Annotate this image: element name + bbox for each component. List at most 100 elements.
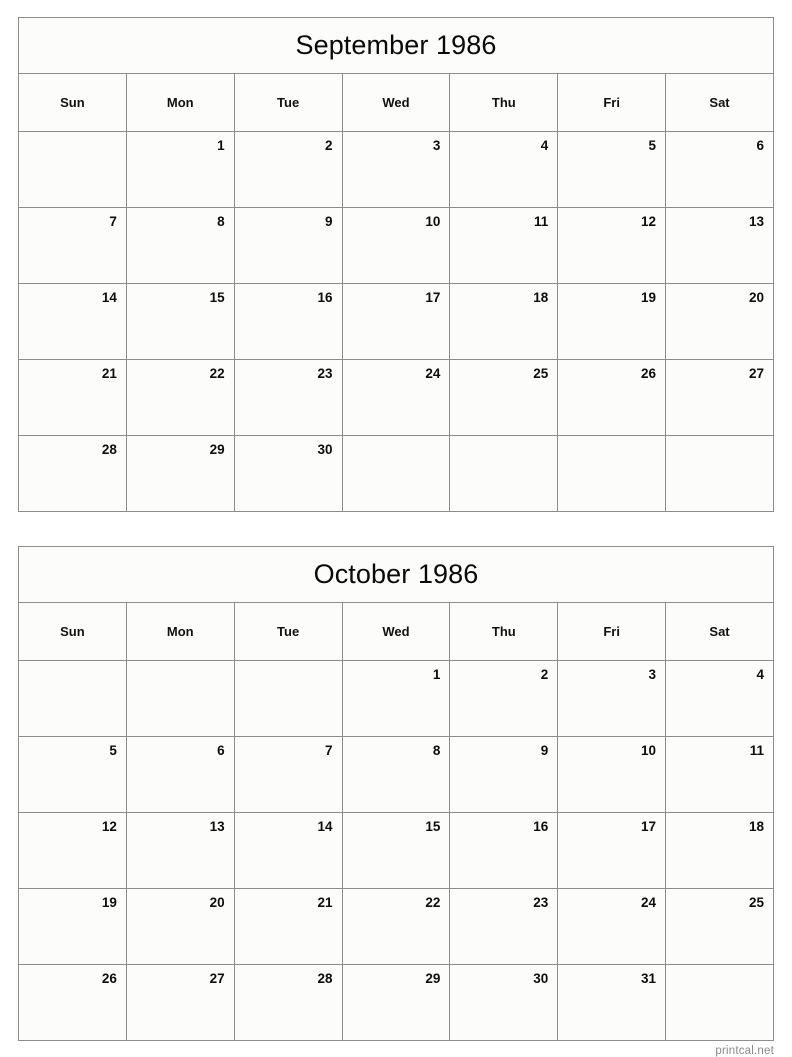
day-cell[interactable]: 28 xyxy=(233,964,343,1041)
day-cell[interactable]: 2 xyxy=(449,660,559,737)
day-cell[interactable] xyxy=(18,131,127,208)
day-cell[interactable]: 23 xyxy=(233,359,343,436)
day-cell[interactable] xyxy=(665,964,774,1041)
day-cell[interactable] xyxy=(341,435,451,512)
day-cell[interactable]: 13 xyxy=(665,207,774,284)
day-cell[interactable]: 2 xyxy=(233,131,343,208)
day-cell[interactable]: 24 xyxy=(341,359,451,436)
day-cell[interactable]: 4 xyxy=(449,131,559,208)
day-cell[interactable]: 30 xyxy=(449,964,559,1041)
day-cell[interactable]: 3 xyxy=(341,131,451,208)
month-title: October 1986 xyxy=(18,546,774,603)
day-cell[interactable]: 29 xyxy=(125,435,235,512)
day-cell[interactable]: 25 xyxy=(449,359,559,436)
day-cell[interactable]: 18 xyxy=(665,812,774,889)
day-number: 19 xyxy=(101,895,117,910)
day-cell[interactable]: 12 xyxy=(18,812,127,889)
weekday-header-fri: Fri xyxy=(557,73,667,132)
day-cell[interactable]: 18 xyxy=(449,283,559,360)
day-cell[interactable]: 26 xyxy=(557,359,667,436)
day-cell[interactable]: 27 xyxy=(665,359,774,436)
day-cell[interactable]: 21 xyxy=(233,888,343,965)
day-cell[interactable] xyxy=(449,435,559,512)
day-number: 4 xyxy=(756,667,764,682)
day-cell[interactable]: 27 xyxy=(125,964,235,1041)
day-cell[interactable] xyxy=(125,660,235,737)
day-number: 4 xyxy=(540,138,549,153)
day-cell[interactable]: 11 xyxy=(449,207,559,284)
day-cell[interactable]: 10 xyxy=(341,207,451,284)
day-cell[interactable]: 22 xyxy=(125,359,235,436)
day-cell[interactable]: 15 xyxy=(341,812,451,889)
day-cell[interactable] xyxy=(18,660,127,737)
day-cell[interactable]: 7 xyxy=(233,736,343,813)
day-cell[interactable]: 24 xyxy=(557,888,667,965)
day-cell[interactable]: 3 xyxy=(557,660,667,737)
day-number: 17 xyxy=(425,290,441,305)
weekday-header-row: Sun Mon Tue Wed Thu Fri Sat xyxy=(18,602,774,661)
day-cell[interactable]: 8 xyxy=(125,207,235,284)
day-cell[interactable]: 10 xyxy=(557,736,667,813)
calendar-september: September 1986 Sun Mon Tue Wed Thu Fri S… xyxy=(18,17,774,512)
day-number: 9 xyxy=(540,743,549,758)
day-cell[interactable]: 31 xyxy=(557,964,667,1041)
week-row: 1 2 3 4 5 6 xyxy=(18,131,774,208)
day-cell[interactable]: 16 xyxy=(233,283,343,360)
day-cell[interactable]: 20 xyxy=(665,283,774,360)
day-cell[interactable]: 22 xyxy=(341,888,451,965)
day-cell[interactable]: 5 xyxy=(18,736,127,813)
day-cell[interactable] xyxy=(665,435,774,512)
day-cell[interactable]: 6 xyxy=(125,736,235,813)
weekday-header-fri: Fri xyxy=(557,602,667,661)
weekday-header-sat: Sat xyxy=(665,602,774,661)
day-cell[interactable]: 15 xyxy=(125,283,235,360)
calendar-page: September 1986 Sun Mon Tue Wed Thu Fri S… xyxy=(0,0,792,1057)
day-number: 25 xyxy=(748,895,764,910)
day-cell[interactable]: 26 xyxy=(18,964,127,1041)
day-cell[interactable]: 16 xyxy=(449,812,559,889)
day-number: 5 xyxy=(109,743,117,758)
day-cell[interactable]: 14 xyxy=(18,283,127,360)
day-cell[interactable]: 23 xyxy=(449,888,559,965)
day-cell[interactable]: 28 xyxy=(18,435,127,512)
day-number: 17 xyxy=(641,819,657,834)
weekday-header-sun: Sun xyxy=(18,602,127,661)
day-cell[interactable]: 19 xyxy=(557,283,667,360)
day-cell[interactable]: 1 xyxy=(125,131,235,208)
day-number: 26 xyxy=(101,971,117,986)
day-number xyxy=(450,436,557,443)
day-number: 11 xyxy=(749,743,764,758)
week-row: 19 20 21 22 23 24 25 xyxy=(18,888,774,965)
day-cell[interactable]: 4 xyxy=(665,660,774,737)
day-cell[interactable]: 8 xyxy=(341,736,451,813)
day-cell[interactable]: 6 xyxy=(665,131,774,208)
day-cell[interactable]: 17 xyxy=(341,283,451,360)
day-cell[interactable]: 5 xyxy=(557,131,667,208)
day-cell[interactable]: 20 xyxy=(125,888,235,965)
day-number: 14 xyxy=(101,290,117,305)
day-number: 15 xyxy=(209,290,225,305)
week-row: 1 2 3 4 xyxy=(18,660,774,737)
footer-attribution[interactable]: printcal.net xyxy=(18,1045,774,1057)
day-cell[interactable]: 19 xyxy=(18,888,127,965)
day-cell[interactable]: 1 xyxy=(341,660,451,737)
day-cell[interactable]: 9 xyxy=(449,736,559,813)
day-cell[interactable]: 9 xyxy=(233,207,343,284)
day-cell[interactable]: 25 xyxy=(665,888,774,965)
day-number: 2 xyxy=(540,667,549,682)
day-cell[interactable]: 13 xyxy=(125,812,235,889)
weekday-header-wed: Wed xyxy=(341,602,451,661)
day-cell[interactable]: 12 xyxy=(557,207,667,284)
day-cell[interactable]: 21 xyxy=(18,359,127,436)
day-number: 5 xyxy=(648,138,657,153)
weekday-header-sun: Sun xyxy=(18,73,127,132)
day-number: 27 xyxy=(209,971,225,986)
day-cell[interactable]: 11 xyxy=(665,736,774,813)
day-cell[interactable]: 29 xyxy=(341,964,451,1041)
day-cell[interactable]: 7 xyxy=(18,207,127,284)
day-cell[interactable]: 17 xyxy=(557,812,667,889)
day-cell[interactable]: 14 xyxy=(233,812,343,889)
day-cell[interactable] xyxy=(233,660,343,737)
day-cell[interactable] xyxy=(557,435,667,512)
day-cell[interactable]: 30 xyxy=(233,435,343,512)
